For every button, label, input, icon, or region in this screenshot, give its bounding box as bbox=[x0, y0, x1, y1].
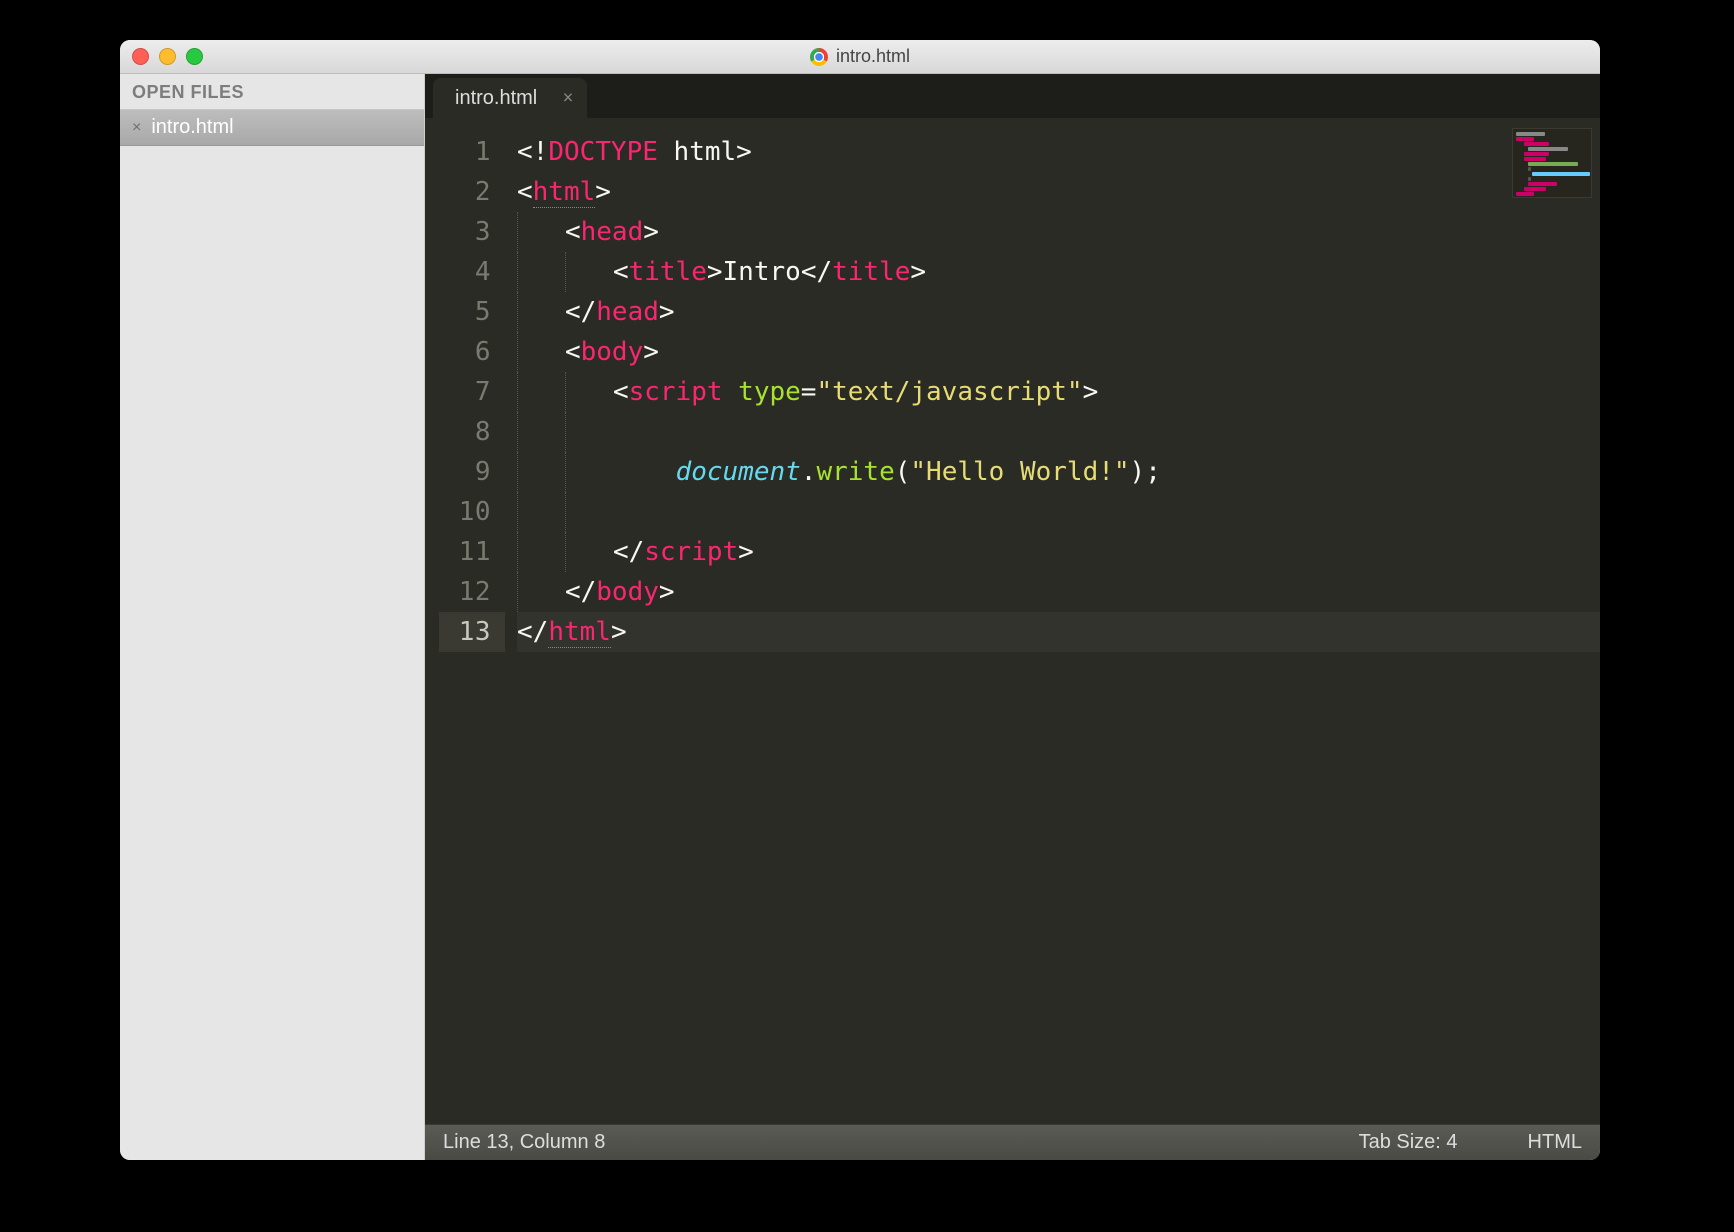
code-line[interactable] bbox=[517, 412, 1600, 452]
zoom-icon[interactable] bbox=[186, 48, 203, 65]
code-content[interactable]: <!DOCTYPE html><html> <head> <title>Intr… bbox=[505, 118, 1600, 1124]
window-title: intro.html bbox=[810, 46, 910, 67]
code-line[interactable]: </head> bbox=[517, 292, 1600, 332]
open-file-item[interactable]: × intro.html bbox=[120, 109, 424, 146]
window-body: OPEN FILES × intro.html intro.html × 123… bbox=[120, 74, 1600, 1160]
traffic-lights bbox=[132, 48, 203, 65]
code-line[interactable]: <!DOCTYPE html> bbox=[517, 132, 1600, 172]
code-line[interactable]: <title>Intro</title> bbox=[517, 252, 1600, 292]
open-file-label: intro.html bbox=[151, 116, 233, 139]
tab-close-icon[interactable]: × bbox=[563, 88, 574, 109]
code-line[interactable]: <script type="text/javascript"> bbox=[517, 372, 1600, 412]
sidebar-header: OPEN FILES bbox=[120, 74, 424, 109]
code-line[interactable]: </script> bbox=[517, 532, 1600, 572]
tab-intro[interactable]: intro.html × bbox=[433, 78, 587, 118]
status-bar: Line 13, Column 8 Tab Size: 4 HTML bbox=[425, 1124, 1600, 1160]
editor-window: intro.html OPEN FILES × intro.html intro… bbox=[120, 40, 1600, 1160]
editor-column: intro.html × 12345678910111213 <!DOCTYPE… bbox=[425, 74, 1600, 1160]
window-title-text: intro.html bbox=[836, 46, 910, 67]
code-line[interactable]: <body> bbox=[517, 332, 1600, 372]
editor-area[interactable]: 12345678910111213 <!DOCTYPE html><html> … bbox=[425, 118, 1600, 1124]
close-file-icon[interactable]: × bbox=[132, 119, 141, 137]
tab-label: intro.html bbox=[455, 87, 537, 110]
code-line[interactable]: document.write("Hello World!"); bbox=[517, 452, 1600, 492]
minimize-icon[interactable] bbox=[159, 48, 176, 65]
code-line[interactable]: </html> bbox=[517, 612, 1600, 652]
code-line[interactable]: <head> bbox=[517, 212, 1600, 252]
titlebar[interactable]: intro.html bbox=[120, 40, 1600, 74]
file-type-icon bbox=[810, 48, 828, 66]
code-line[interactable]: </body> bbox=[517, 572, 1600, 612]
code-line[interactable]: <html> bbox=[517, 172, 1600, 212]
status-syntax[interactable]: HTML bbox=[1528, 1131, 1582, 1154]
sidebar: OPEN FILES × intro.html bbox=[120, 74, 425, 1160]
line-gutter[interactable]: 12345678910111213 bbox=[425, 118, 505, 1124]
code-line[interactable] bbox=[517, 492, 1600, 532]
tab-bar: intro.html × bbox=[425, 74, 1600, 118]
close-icon[interactable] bbox=[132, 48, 149, 65]
status-right: Tab Size: 4 HTML bbox=[1359, 1131, 1582, 1154]
status-position[interactable]: Line 13, Column 8 bbox=[443, 1131, 605, 1154]
status-tab-size[interactable]: Tab Size: 4 bbox=[1359, 1131, 1458, 1154]
minimap[interactable] bbox=[1512, 128, 1592, 198]
